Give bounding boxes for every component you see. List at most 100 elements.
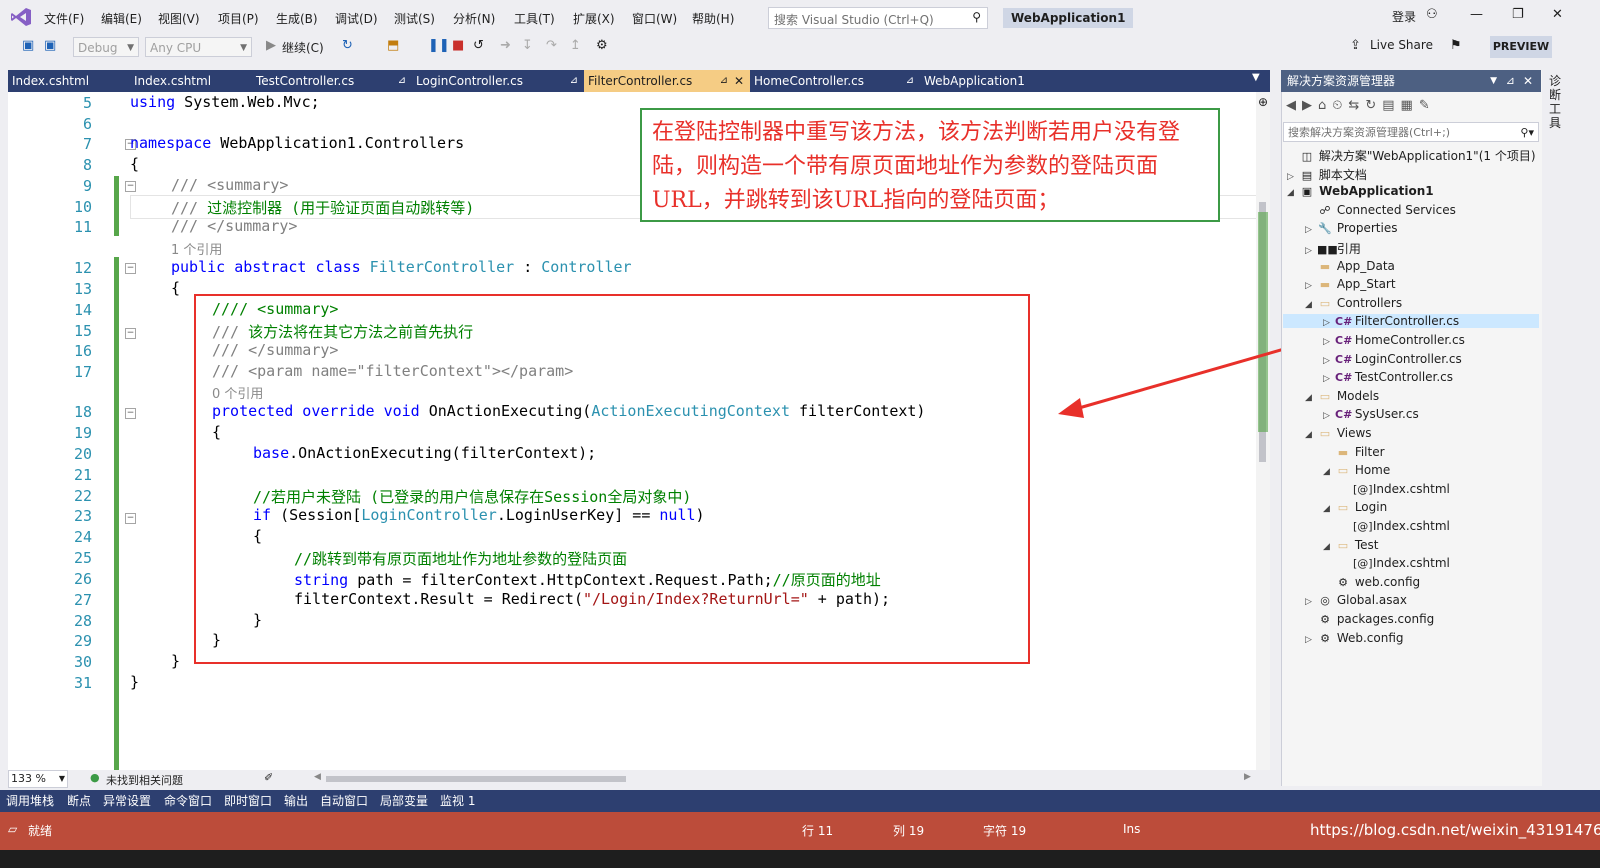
- close-window-button[interactable]: ✕: [1552, 7, 1563, 22]
- tree-item[interactable]: ◢ ▭ Controllers: [1305, 296, 1402, 310]
- status-column[interactable]: 列 19: [893, 822, 924, 839]
- collapsed-arrow-icon[interactable]: ▷: [1323, 318, 1335, 328]
- tree-item[interactable]: ▷ C# LoginController.cs: [1323, 352, 1462, 366]
- tree-item[interactable]: ⚙ packages.config: [1305, 612, 1434, 626]
- status-line[interactable]: 行 11: [802, 822, 833, 839]
- login-link[interactable]: 登录: [1392, 8, 1416, 25]
- tree-item[interactable]: ▷ C# HomeController.cs: [1323, 333, 1465, 347]
- chevron-down-icon[interactable]: ▼: [1490, 70, 1497, 92]
- menu-window[interactable]: 窗口(W): [632, 10, 677, 27]
- collapsed-arrow-icon[interactable]: ▷: [1323, 337, 1335, 347]
- minimize-button[interactable]: —: [1470, 7, 1483, 22]
- history-icon[interactable]: ⏲: [1332, 98, 1348, 113]
- tab-command-window[interactable]: 命令窗口: [164, 790, 212, 812]
- menu-edit[interactable]: 编辑(E): [101, 10, 142, 27]
- live-share-icon[interactable]: ⇪: [1350, 38, 1361, 53]
- tab-logincontroller[interactable]: LoginController.cs ⊿: [412, 70, 584, 92]
- refresh-icon[interactable]: ↻: [1365, 98, 1382, 113]
- scroll-right-icon[interactable]: ▶: [1244, 772, 1251, 782]
- tree-item[interactable]: [@] Index.cshtml: [1341, 482, 1450, 496]
- menu-test[interactable]: 测试(S): [394, 10, 435, 27]
- show-next-statement-icon[interactable]: ➜: [500, 38, 511, 53]
- browser-link-icon[interactable]: ⬒: [387, 38, 399, 53]
- tab-homecontroller[interactable]: HomeController.cs ⊿: [750, 70, 920, 92]
- refresh-icon[interactable]: ↻: [342, 38, 353, 53]
- show-all-files-icon[interactable]: ▦: [1401, 98, 1419, 113]
- tab-immediate-window[interactable]: 即时窗口: [224, 790, 272, 812]
- expanded-arrow-icon[interactable]: ◢: [1323, 467, 1335, 477]
- tree-item[interactable]: ▷ ▬ App_Start: [1305, 277, 1396, 291]
- editor-vertical-scrollbar[interactable]: [1256, 92, 1270, 782]
- collapsed-arrow-icon[interactable]: ▷: [1305, 635, 1317, 645]
- pin-icon[interactable]: ⊿: [570, 70, 578, 92]
- save-icon[interactable]: ▣: [22, 38, 34, 53]
- expanded-arrow-icon[interactable]: ◢: [1323, 542, 1335, 552]
- pin-icon[interactable]: ⊿: [720, 70, 728, 92]
- collapse-all-icon[interactable]: ▤: [1382, 98, 1400, 113]
- tree-item[interactable]: ⚙ web.config: [1323, 575, 1420, 589]
- fold-toggle-icon[interactable]: −: [125, 513, 136, 524]
- collapsed-arrow-icon[interactable]: ▷: [1323, 356, 1335, 366]
- issues-status[interactable]: 未找到相关问题: [106, 772, 183, 788]
- tab-call-stack[interactable]: 调用堆栈: [6, 790, 54, 812]
- pause-icon[interactable]: ❚❚: [428, 38, 450, 53]
- tab-testcontroller[interactable]: TestController.cs ⊿: [252, 70, 412, 92]
- tree-item[interactable]: ◢ ▭ Models: [1305, 389, 1379, 403]
- menu-view[interactable]: 视图(V): [158, 10, 200, 27]
- tree-item[interactable]: [@] Index.cshtml: [1341, 519, 1450, 533]
- tree-item[interactable]: ◢ ▭ Views: [1305, 426, 1372, 440]
- pin-icon[interactable]: ⊿: [398, 70, 406, 92]
- collapsed-arrow-icon[interactable]: ▷: [1305, 246, 1317, 256]
- fold-toggle-icon[interactable]: −: [125, 408, 136, 419]
- home-icon[interactable]: ⌂: [1318, 98, 1332, 113]
- visual-studio-logo-icon[interactable]: [10, 7, 32, 27]
- platform-dropdown[interactable]: Any CPU ▼: [145, 37, 252, 57]
- split-editor-icon[interactable]: ⊕: [1258, 95, 1268, 109]
- tab-webapplication1[interactable]: WebApplication1: [920, 70, 1070, 92]
- tree-item[interactable]: ▷ ■■ 引用: [1305, 240, 1361, 257]
- status-insert-mode[interactable]: Ins: [1123, 822, 1140, 836]
- tab-output[interactable]: 输出: [284, 790, 308, 812]
- tree-item[interactable]: ☍ Connected Services: [1305, 203, 1455, 217]
- fold-toggle-icon[interactable]: −: [125, 328, 136, 339]
- expanded-arrow-icon[interactable]: ◢: [1305, 300, 1317, 310]
- restore-button[interactable]: ❐: [1512, 7, 1524, 22]
- menu-build[interactable]: 生成(B): [276, 10, 318, 27]
- live-share-button[interactable]: Live Share: [1370, 38, 1433, 52]
- horizontal-scrollbar-thumb[interactable]: [326, 776, 626, 782]
- tab-overflow-icon[interactable]: ▼: [1252, 72, 1260, 83]
- brush-icon[interactable]: ✐: [264, 771, 273, 784]
- tree-item[interactable]: ◢ ▭ Login: [1323, 500, 1387, 514]
- tree-item[interactable]: [@] Index.cshtml: [1341, 556, 1450, 570]
- collapsed-arrow-icon[interactable]: ▷: [1305, 225, 1317, 235]
- step-over-icon[interactable]: ↷: [546, 38, 557, 53]
- tab-index-cshtml-1[interactable]: Index.cshtml: [8, 70, 130, 92]
- expanded-arrow-icon[interactable]: ◢: [1305, 430, 1317, 440]
- expanded-arrow-icon[interactable]: ◢: [1323, 504, 1335, 514]
- tree-item[interactable]: ▷ C# FilterController.cs: [1283, 314, 1539, 329]
- menu-project[interactable]: 项目(P): [218, 10, 259, 27]
- continue-button[interactable]: 继续(C): [282, 39, 324, 56]
- fold-toggle-icon[interactable]: −: [125, 181, 136, 192]
- collapsed-arrow-icon[interactable]: ▷: [1305, 597, 1317, 607]
- tree-item[interactable]: ◢ ▣ WebApplication1: [1287, 184, 1434, 198]
- tab-locals[interactable]: 局部变量: [380, 790, 428, 812]
- search-box[interactable]: 搜索 Visual Studio (Ctrl+Q) ⚲: [768, 7, 988, 29]
- tree-item[interactable]: ▬ Filter: [1323, 445, 1385, 459]
- restart-icon[interactable]: ↺: [473, 38, 484, 53]
- tree-item[interactable]: ▷ C# SysUser.cs: [1323, 407, 1419, 421]
- tab-exception-settings[interactable]: 异常设置: [103, 790, 151, 812]
- tree-item[interactable]: ▷ ▤ 脚本文档: [1287, 166, 1367, 183]
- close-tab-icon[interactable]: ✕: [734, 70, 744, 92]
- diagnostic-tools-strip[interactable]: 诊断工具: [1543, 70, 1568, 786]
- tab-index-cshtml-2[interactable]: Index.cshtml: [130, 70, 252, 92]
- menu-debug[interactable]: 调试(D): [335, 10, 378, 27]
- config-dropdown[interactable]: Debug ▼: [73, 37, 139, 57]
- forward-icon[interactable]: ▶: [1302, 98, 1318, 113]
- menu-help[interactable]: 帮助(H): [692, 10, 734, 27]
- feedback-icon[interactable]: ⚑: [1450, 38, 1462, 53]
- step-out-icon[interactable]: ↥: [570, 38, 581, 53]
- collapsed-arrow-icon[interactable]: ▷: [1305, 281, 1317, 291]
- expanded-arrow-icon[interactable]: ◢: [1305, 393, 1317, 403]
- close-icon[interactable]: ✕: [1523, 70, 1533, 92]
